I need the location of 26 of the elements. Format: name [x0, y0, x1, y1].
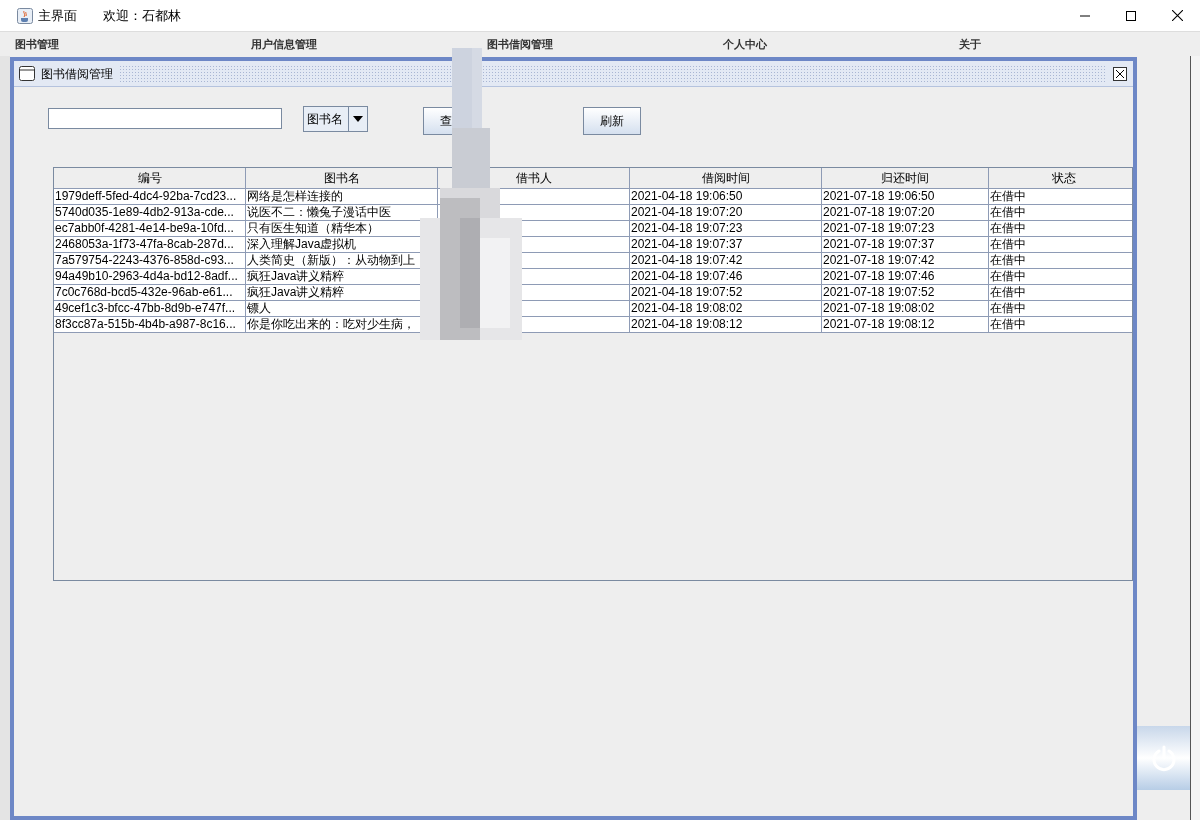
search-type-dropdown[interactable]: 图书名 [303, 106, 368, 132]
refresh-button[interactable]: 刷新 [583, 107, 641, 135]
window-title: 主界面 [38, 6, 77, 25]
table-cell: 2021-04-18 19:08:12 [630, 317, 822, 333]
welcome-text: 欢迎：石都林 [103, 6, 181, 25]
close-icon [1116, 69, 1124, 78]
search-field[interactable] [48, 108, 282, 129]
column-header[interactable]: 归还时间 [822, 168, 989, 189]
table-cell: 2021-07-18 19:08:12 [822, 317, 989, 333]
menu-item[interactable]: 个人中心 [723, 35, 959, 53]
menu-item[interactable]: 图书管理 [15, 35, 251, 53]
java-cup-icon [17, 7, 33, 24]
column-header[interactable]: 编号 [54, 168, 246, 189]
table-cell: 在借中 [989, 317, 1132, 333]
search-button[interactable]: 查 [423, 107, 452, 135]
caret-icon [353, 116, 363, 122]
column-header[interactable]: 借阅时间 [630, 168, 822, 189]
window-icon [19, 66, 35, 81]
menu-item[interactable]: 用户信息管理 [251, 35, 487, 53]
menu-item[interactable]: 关于 [959, 35, 1195, 53]
menu-item[interactable]: 图书借阅管理 [487, 35, 723, 53]
frame-close-button[interactable] [1113, 66, 1127, 81]
table-cell: 8f3cc87a-515b-4b4b-a987-8c16... [54, 317, 246, 333]
maximize-icon [1126, 10, 1136, 21]
column-header[interactable]: 图书名 [246, 168, 438, 189]
close-icon [1171, 10, 1183, 21]
